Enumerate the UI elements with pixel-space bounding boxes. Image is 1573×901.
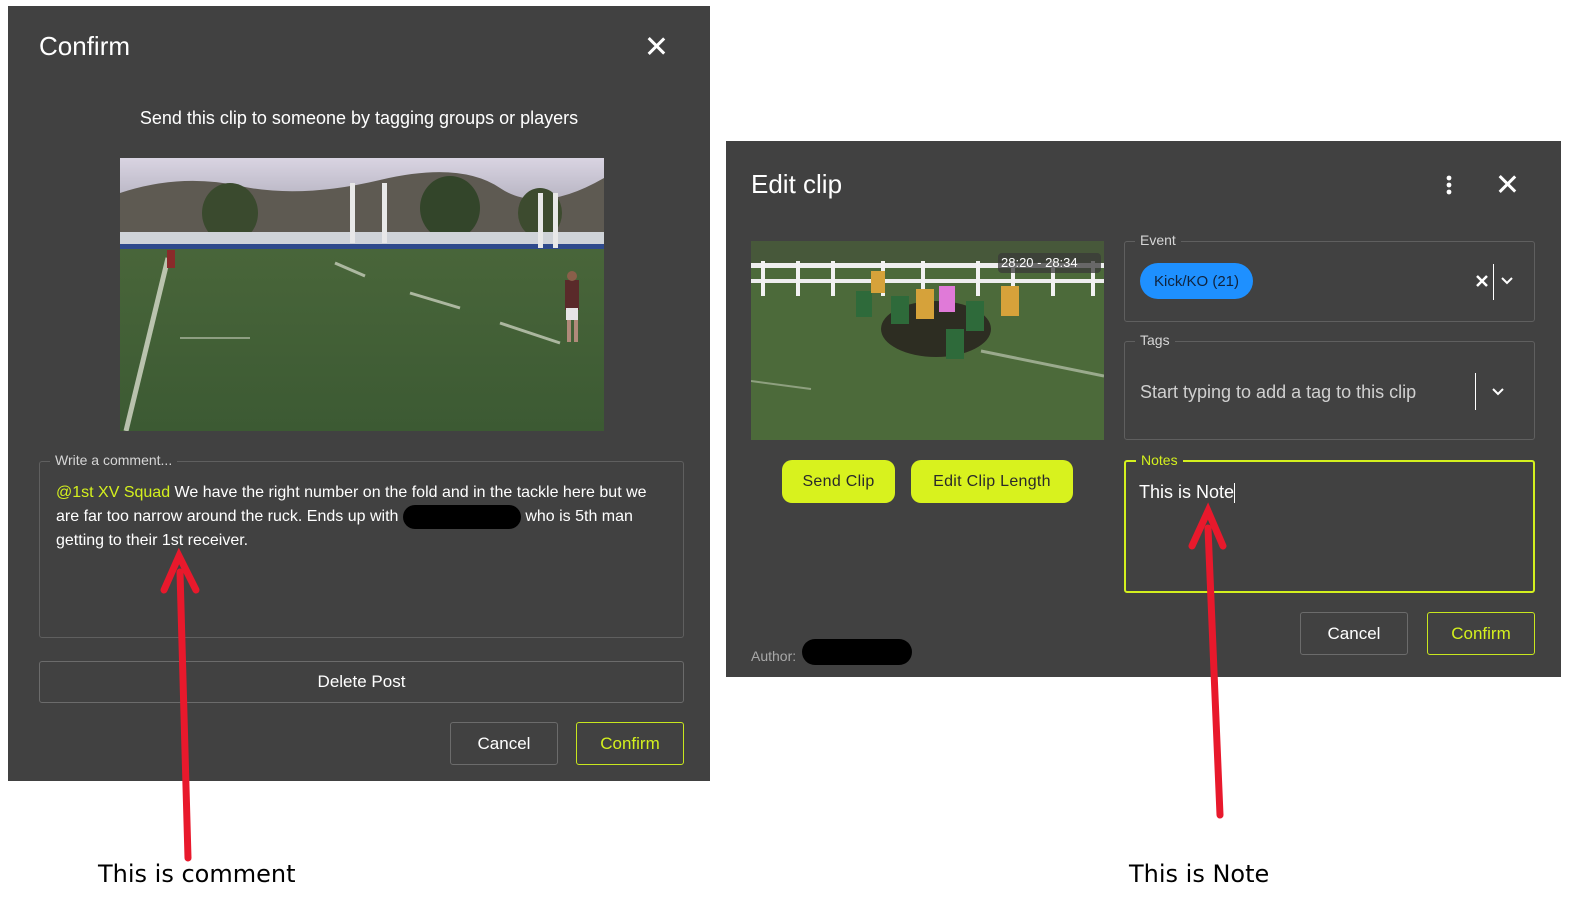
annotation-overlay xyxy=(160,502,1227,862)
note-arrow xyxy=(1188,502,1227,819)
note-caption: This is Note xyxy=(1129,860,1270,888)
comment-caption: This is comment xyxy=(98,860,296,888)
comment-arrow xyxy=(160,547,200,862)
